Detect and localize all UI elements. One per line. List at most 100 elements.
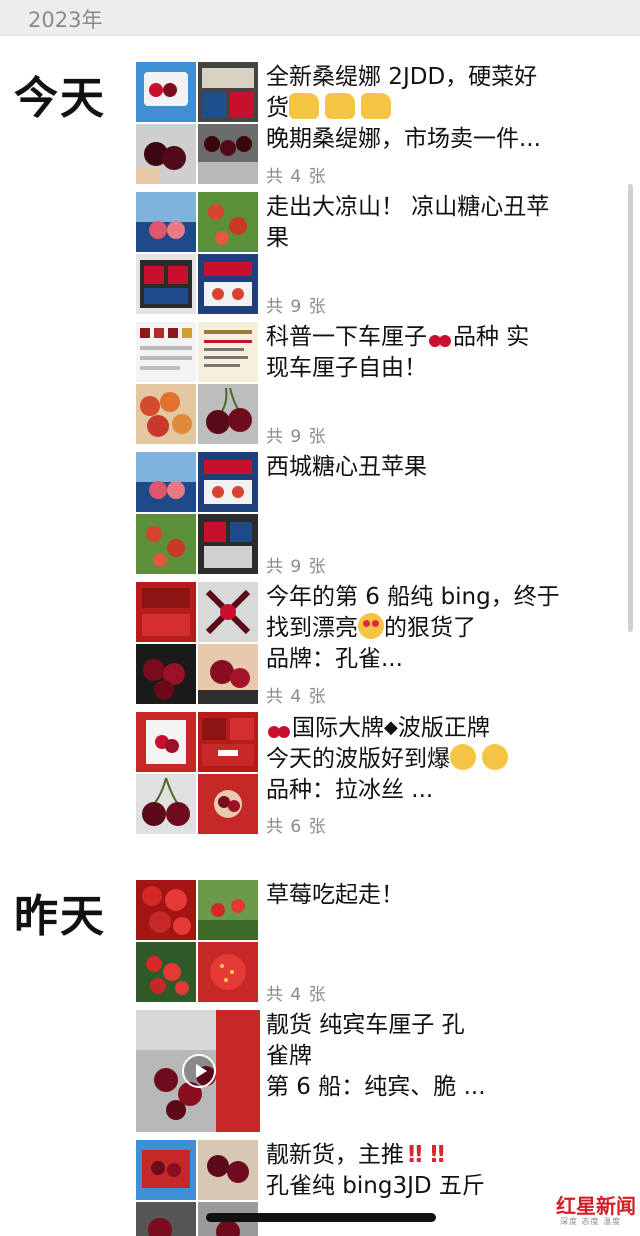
moment-post[interactable]: 走出大凉山！ 凉山糖心丑苹 果 共 9 张 — [136, 192, 616, 317]
photo-count: 共 9 张 — [266, 427, 327, 447]
watermark-logo: 红星新闻 深度 态度 温度 — [556, 1190, 636, 1232]
post-text[interactable]: 国际大牌◆波版正牌 今天的波版好到爆 品种：拉冰丝 ... — [266, 712, 606, 806]
thumbnail[interactable] — [198, 254, 258, 314]
post-line: 靓新货，主推 ‼ ‼ — [266, 1140, 606, 1171]
thumbnail[interactable] — [136, 192, 196, 252]
photo-count: 共 4 张 — [266, 687, 327, 707]
post-line-part: 今天的波版好到爆 — [266, 746, 450, 772]
thumbnail[interactable] — [198, 192, 258, 252]
moment-post[interactable]: 草莓吃起走！ 共 4 张 — [136, 880, 616, 1005]
post-line: 靓货 纯宾车厘子 孔 — [266, 1012, 465, 1038]
post-line: 今天的波版好到爆 — [266, 744, 606, 775]
post-text[interactable]: 靓新货，主推 ‼ ‼ 孔雀纯 bing3JD 五斤 — [266, 1140, 606, 1202]
moment-post[interactable]: 科普一下车厘子 品种 实 现车厘子自由！ 共 9 张 — [136, 322, 616, 447]
thumbnail[interactable] — [198, 644, 258, 704]
thumbnail[interactable] — [198, 124, 258, 184]
photo-grid[interactable] — [136, 582, 260, 704]
photo-count: 共 4 张 — [266, 167, 327, 187]
photo-grid[interactable] — [136, 452, 260, 574]
thumbs-up-icon — [289, 93, 319, 119]
play-icon[interactable] — [182, 1054, 216, 1088]
moment-post[interactable]: 西城糖心丑苹果 共 9 张 — [136, 452, 616, 577]
year-header: 2023年 — [28, 8, 103, 32]
post-line-part: 波版正牌 — [397, 715, 490, 741]
post-line: 货 — [266, 93, 606, 124]
post-line-part: 找到漂亮 — [266, 615, 358, 641]
thumbnail[interactable] — [136, 1140, 196, 1200]
post-line: 找到漂亮 的狠货了 — [266, 613, 606, 644]
thumbnail[interactable] — [136, 582, 196, 642]
post-line-part: 靓新货，主推 — [266, 1142, 404, 1168]
watermark-subtext: 深度 态度 温度 — [560, 1217, 622, 1226]
moment-post[interactable]: 全新桑缇娜 2JDD，硬菜好 货 晚期桑缇娜，市场卖一件... 共 4 张 — [136, 62, 616, 187]
photo-grid[interactable] — [136, 322, 260, 444]
thumbnail[interactable] — [136, 712, 196, 772]
thumbnail[interactable] — [198, 514, 258, 574]
video-thumbnail[interactable] — [136, 1010, 260, 1132]
thumbs-up-icon — [361, 93, 391, 119]
thumbnail[interactable] — [136, 384, 196, 444]
double-exclamation-icon: ‼ — [430, 1142, 445, 1168]
thumbnail[interactable] — [136, 774, 196, 834]
post-text[interactable]: 西城糖心丑苹果 — [266, 452, 606, 483]
photo-grid[interactable] — [136, 712, 260, 834]
scrollbar[interactable] — [628, 184, 633, 632]
thumbnail[interactable] — [198, 712, 258, 772]
post-text[interactable]: 今年的第 6 船纯 bing，终于 找到漂亮 的狠货了 品牌：孔雀... — [266, 582, 606, 675]
thumbnail[interactable] — [198, 880, 258, 940]
thumbnail[interactable] — [136, 880, 196, 940]
post-line: 科普一下车厘子 品种 实 — [266, 322, 606, 353]
moment-post[interactable]: 靓货 纯宾车厘子 孔 雀牌 第 6 船：纯宾、脆 ... — [136, 1010, 616, 1132]
thumbnail[interactable] — [136, 124, 196, 184]
photo-count: 共 9 张 — [266, 297, 327, 317]
thumbnail[interactable] — [136, 942, 196, 1002]
thumbnail[interactable] — [136, 62, 196, 122]
post-line: 现车厘子自由！ — [266, 355, 427, 381]
post-line: 孔雀纯 bing3JD 五斤 — [266, 1173, 485, 1199]
thumbnail[interactable] — [198, 62, 258, 122]
post-line: 果 — [266, 225, 289, 251]
thumbnail[interactable] — [198, 322, 258, 382]
post-line: 品种：拉冰丝 ... — [266, 777, 434, 803]
heart-eyes-icon — [358, 613, 384, 639]
post-line: 今年的第 6 船纯 bing，终于 — [266, 584, 560, 610]
thumbnail[interactable] — [136, 254, 196, 314]
thumbnail[interactable] — [198, 942, 258, 1002]
photo-grid[interactable] — [136, 880, 260, 1002]
cherry-icon — [427, 325, 453, 347]
photo-grid[interactable] — [136, 192, 260, 314]
thumbnail[interactable] — [198, 384, 258, 444]
black-diamond-icon: ◆ — [384, 717, 398, 738]
post-line-part: 货 — [266, 95, 289, 121]
post-line: 全新桑缇娜 2JDD，硬菜好 — [266, 64, 538, 90]
thumbnail[interactable] — [136, 322, 196, 382]
post-text[interactable]: 全新桑缇娜 2JDD，硬菜好 货 晚期桑缇娜，市场卖一件... — [266, 62, 606, 155]
clapping-hands-icon — [482, 744, 508, 770]
post-line: 晚期桑缇娜，市场卖一件... — [266, 126, 541, 152]
thumbnail[interactable] — [198, 452, 258, 512]
post-line-part: 国际大牌 — [292, 715, 384, 741]
home-indicator[interactable] — [206, 1213, 436, 1222]
thumbnail[interactable] — [136, 644, 196, 704]
day-label-yesterday: 昨天 — [14, 891, 106, 942]
thumbnail[interactable] — [198, 582, 258, 642]
thumbs-up-icon — [325, 93, 355, 119]
thumbnail[interactable] — [136, 452, 196, 512]
thumbnail[interactable] — [198, 1140, 258, 1200]
moment-post[interactable]: 国际大牌◆波版正牌 今天的波版好到爆 品种：拉冰丝 ... 共 6 张 — [136, 712, 616, 837]
post-line-part: 科普一下车厘子 — [266, 324, 427, 350]
post-text[interactable]: 走出大凉山！ 凉山糖心丑苹 果 — [266, 192, 606, 254]
thumbnail[interactable] — [136, 1202, 196, 1236]
post-text[interactable]: 草莓吃起走！ — [266, 880, 606, 911]
photo-grid[interactable] — [136, 62, 260, 184]
thumbnail[interactable] — [198, 774, 258, 834]
watermark-text: 红星新闻 — [556, 1194, 636, 1218]
double-exclamation-icon: ‼ — [408, 1142, 423, 1168]
moment-post[interactable]: 今年的第 6 船纯 bing，终于 找到漂亮 的狠货了 品牌：孔雀... 共 4 … — [136, 582, 616, 707]
photo-count: 共 9 张 — [266, 557, 327, 577]
thumbnail[interactable] — [136, 514, 196, 574]
post-line: 国际大牌◆波版正牌 — [266, 712, 606, 744]
post-text[interactable]: 靓货 纯宾车厘子 孔 雀牌 第 6 船：纯宾、脆 ... — [266, 1010, 606, 1103]
day-label-today: 今天 — [14, 73, 106, 124]
post-text[interactable]: 科普一下车厘子 品种 实 现车厘子自由！ — [266, 322, 606, 384]
